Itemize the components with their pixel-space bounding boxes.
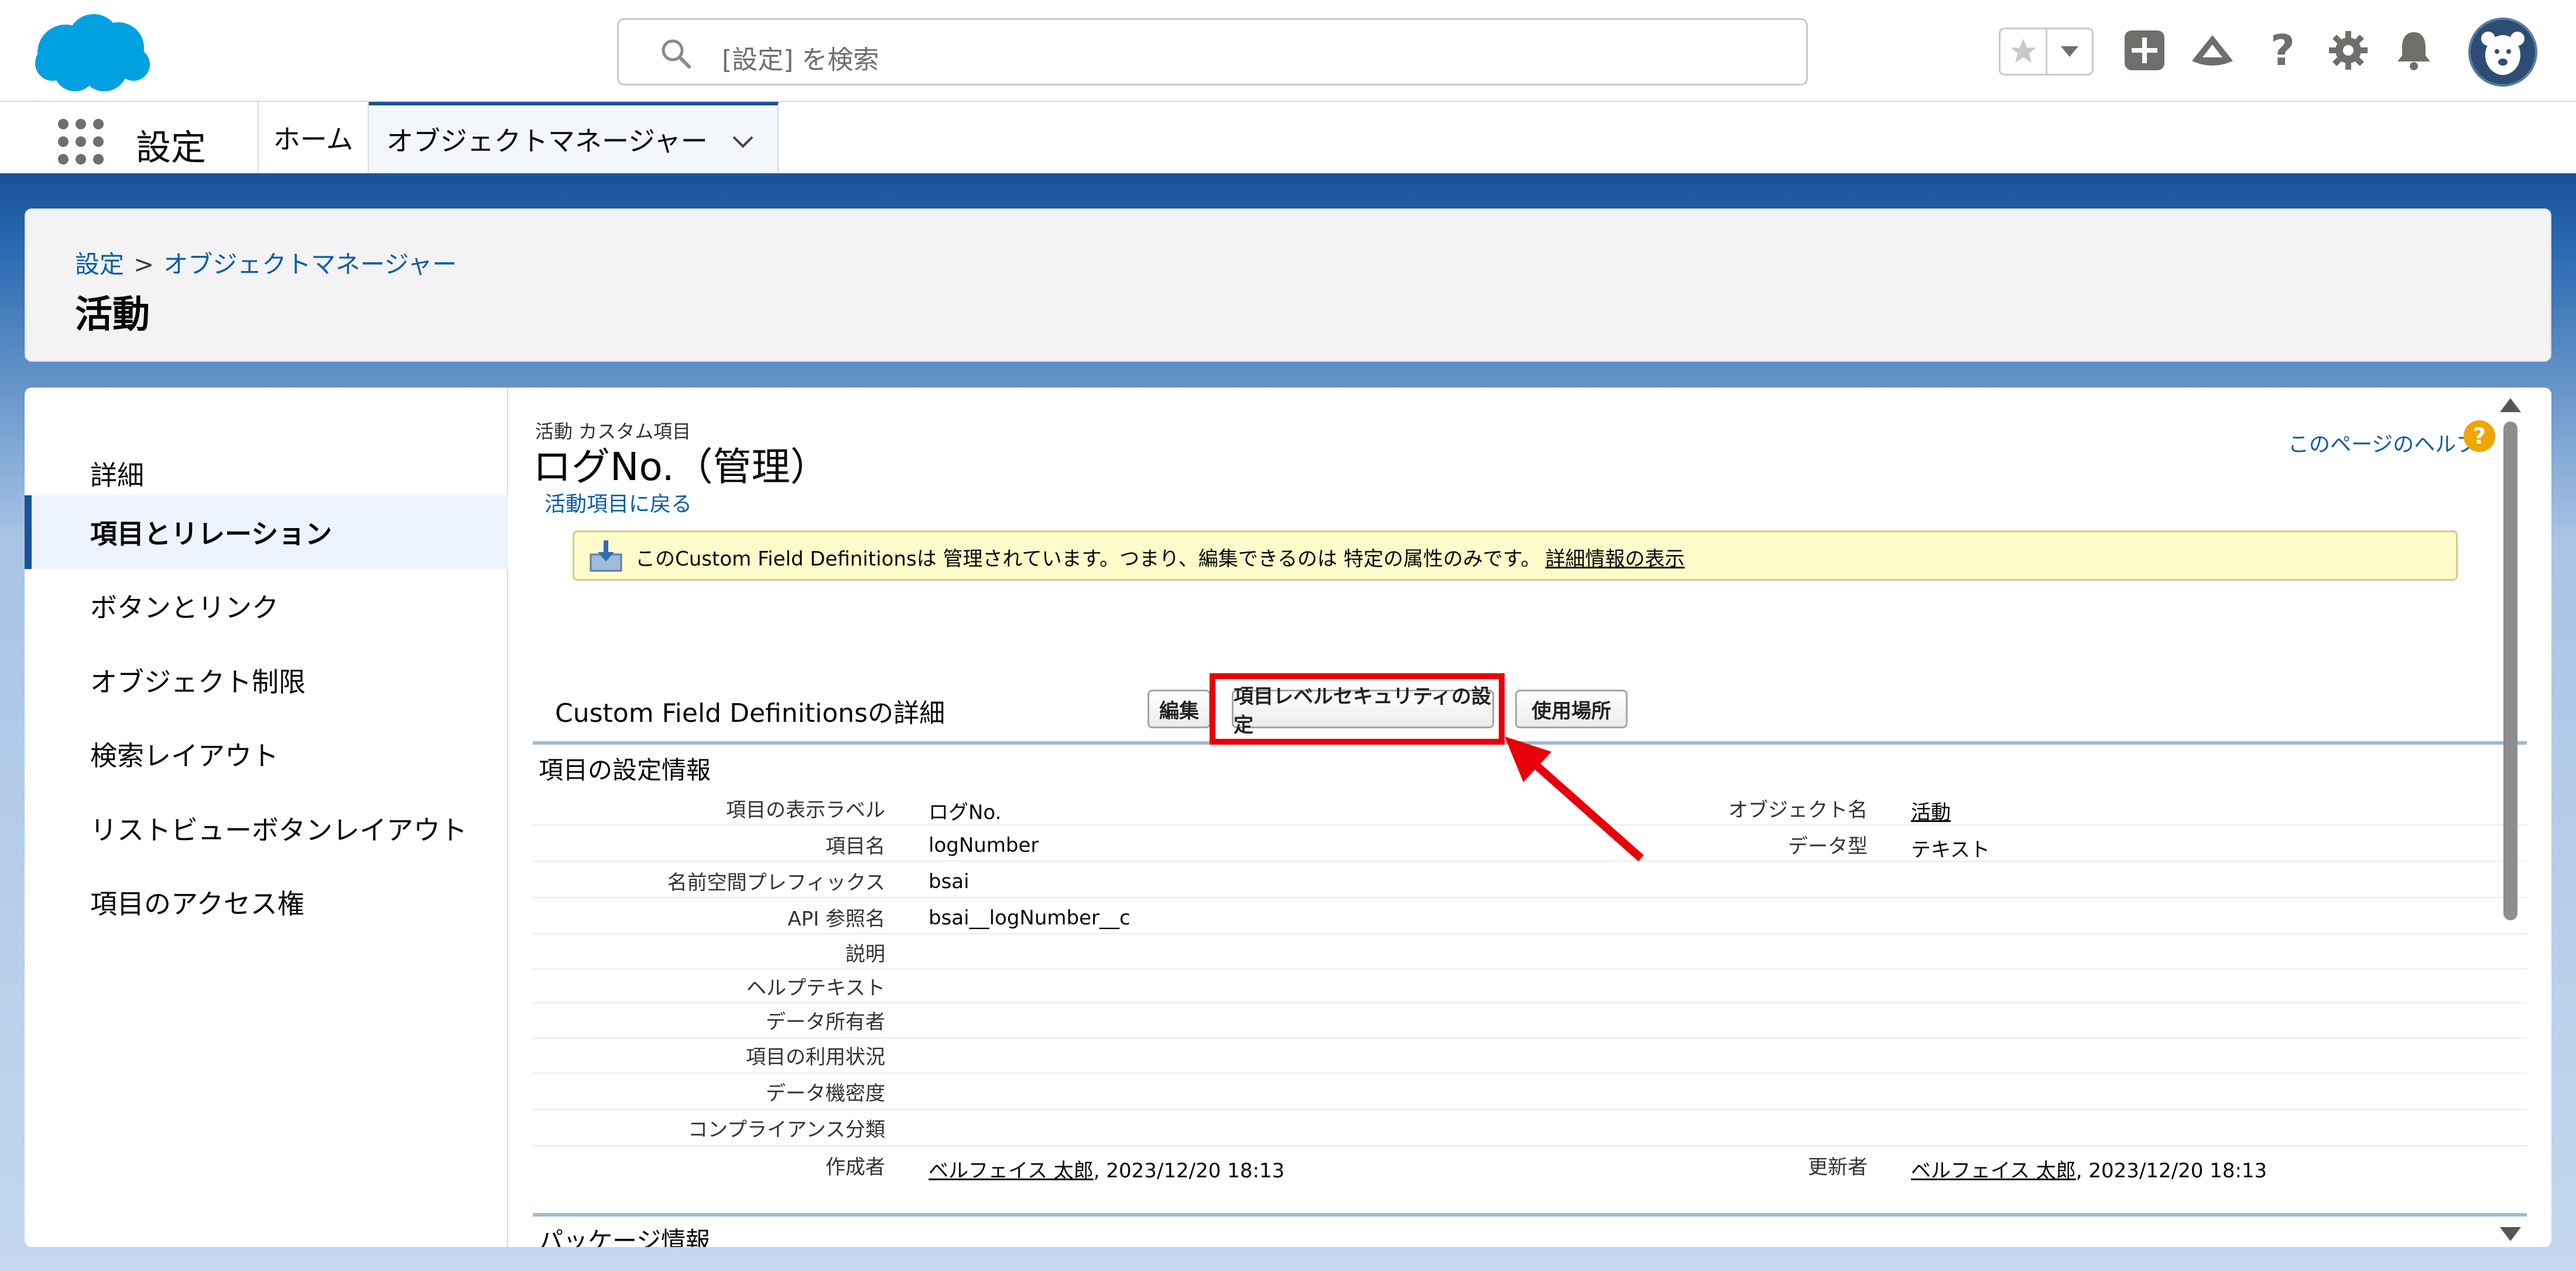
star-icon[interactable]	[2000, 29, 2047, 74]
sidebar-item-field-access[interactable]: 項目のアクセス権	[25, 865, 508, 939]
row-divider	[533, 1145, 2527, 1146]
tab-home[interactable]: ホーム	[258, 102, 369, 173]
field-value: テキスト	[1911, 838, 1990, 862]
sidebar-item-buttons-links[interactable]: ボタンとリンク	[25, 569, 508, 643]
search-icon	[659, 36, 693, 70]
tab-object-manager[interactable]: オブジェクトマネージャー	[369, 102, 779, 173]
breadcrumb-object-manager-link[interactable]: オブジェクトマネージャー	[163, 250, 457, 279]
row-divider	[533, 1002, 2527, 1003]
created-by-user-link[interactable]: ベルフェイス 太郎	[929, 1159, 1094, 1183]
favorites-control[interactable]	[1999, 28, 2094, 76]
chevron-down-icon[interactable]	[2047, 29, 2092, 74]
avatar[interactable]	[2468, 18, 2537, 87]
sidebar-item-fields-relationships[interactable]: 項目とリレーション	[25, 495, 508, 569]
app-name: 設定	[136, 128, 206, 169]
sidebar-item-label: 項目とリレーション	[90, 518, 333, 550]
tab-home-label: ホーム	[273, 124, 354, 155]
field-label: 項目の表示ラベル	[726, 799, 885, 822]
field-label: データ所有者	[766, 1010, 885, 1034]
sidebar-item-label: オブジェクト制限	[90, 666, 306, 698]
salesforce-logo[interactable]	[29, 12, 152, 94]
object-name-link[interactable]: 活動	[1911, 796, 1951, 825]
row-divider	[533, 897, 2527, 898]
tab-object-manager-label: オブジェクトマネージャー	[386, 125, 708, 157]
sidebar-item-object-limits[interactable]: オブジェクト制限	[25, 643, 508, 717]
help-icon[interactable]: ?	[2259, 26, 2307, 75]
global-header: [設定] を検索 ?	[0, 0, 2576, 102]
field-label: コンプライアンス分類	[688, 1118, 885, 1142]
breadcrumb-setup-link[interactable]: 設定	[75, 250, 124, 279]
sidebar-item-search-layouts[interactable]: 検索レイアウト	[25, 717, 508, 791]
created-date: , 2023/12/20 18:13	[1093, 1159, 1285, 1183]
field-label: 説明	[845, 943, 885, 966]
field-value: bsai__logNumber__c	[929, 906, 1131, 930]
object-header: 設定 > オブジェクトマネージャー 活動	[25, 208, 2551, 362]
field-label: 項目の利用状況	[746, 1046, 885, 1069]
row-divider	[533, 1073, 2527, 1074]
app-nav-bar: 設定 ホーム オブジェクトマネージャー	[0, 102, 2576, 177]
field-label: データ機密度	[766, 1082, 885, 1105]
trailhead-icon[interactable]	[2188, 26, 2236, 74]
updated-by-value: ベルフェイス 太郎, 2023/12/20 18:13	[1911, 1154, 2267, 1183]
scrollbar[interactable]	[2498, 398, 2523, 1241]
search-placeholder: [設定] を検索	[722, 45, 879, 75]
gear-icon[interactable]	[2324, 26, 2372, 74]
app-launcher-icon[interactable]	[56, 117, 105, 166]
annotation-arrow	[1505, 736, 1644, 862]
sidebar-item-label: ボタンとリンク	[90, 592, 279, 623]
field-label: 名前空間プレフィックス	[667, 871, 885, 895]
sidebar-item-list-view-button-layout[interactable]: リストビューボタンレイアウト	[25, 792, 508, 865]
chevron-down-icon[interactable]	[731, 124, 755, 155]
breadcrumb: 設定 > オブジェクトマネージャー	[75, 245, 457, 280]
field-label: 項目名	[825, 835, 885, 858]
created-by-label: 作成者	[825, 1156, 885, 1179]
bell-icon[interactable]	[2390, 26, 2438, 74]
sidebar-item-label: 検索レイアウト	[90, 740, 279, 772]
main-panel: 詳細 項目とリレーション ボタンとリンク オブジェクト制限 検索レイアウト リス…	[25, 388, 2551, 1247]
sidebar-item-label: 項目のアクセス権	[90, 888, 304, 920]
field-value: bsai	[929, 870, 970, 893]
field-value: logNumber	[929, 834, 1039, 857]
breadcrumb-separator: >	[133, 250, 155, 279]
package-section-title: パッケージ情報	[539, 1227, 711, 1247]
field-label: API 参照名	[787, 907, 885, 931]
row-divider	[533, 1037, 2527, 1039]
field-label: ヘルプテキスト	[746, 977, 885, 1000]
sidebar-item-label: 詳細	[90, 460, 144, 491]
page-title: 活動	[75, 293, 150, 337]
section-divider	[533, 1213, 2527, 1217]
updated-by-user-link[interactable]: ベルフェイス 太郎	[1911, 1159, 2076, 1183]
row-divider	[533, 1109, 2527, 1110]
highlight-box	[1210, 673, 1505, 745]
row-divider	[533, 968, 2527, 969]
created-by-value: ベルフェイス 太郎, 2023/12/20 18:13	[929, 1154, 1284, 1183]
object-sidebar: 詳細 項目とリレーション ボタンとリンク オブジェクト制限 検索レイアウト リス…	[25, 388, 508, 1247]
global-search-input[interactable]: [設定] を検索	[617, 18, 1808, 85]
row-divider	[533, 933, 2527, 934]
plus-icon[interactable]	[2121, 26, 2169, 74]
updated-date: , 2023/12/20 18:13	[2075, 1159, 2267, 1183]
sidebar-item-label: リストビューボタンレイアウト	[90, 814, 467, 846]
updated-by-label: 更新者	[1808, 1156, 1868, 1179]
field-value: ログNo.	[929, 801, 1002, 824]
